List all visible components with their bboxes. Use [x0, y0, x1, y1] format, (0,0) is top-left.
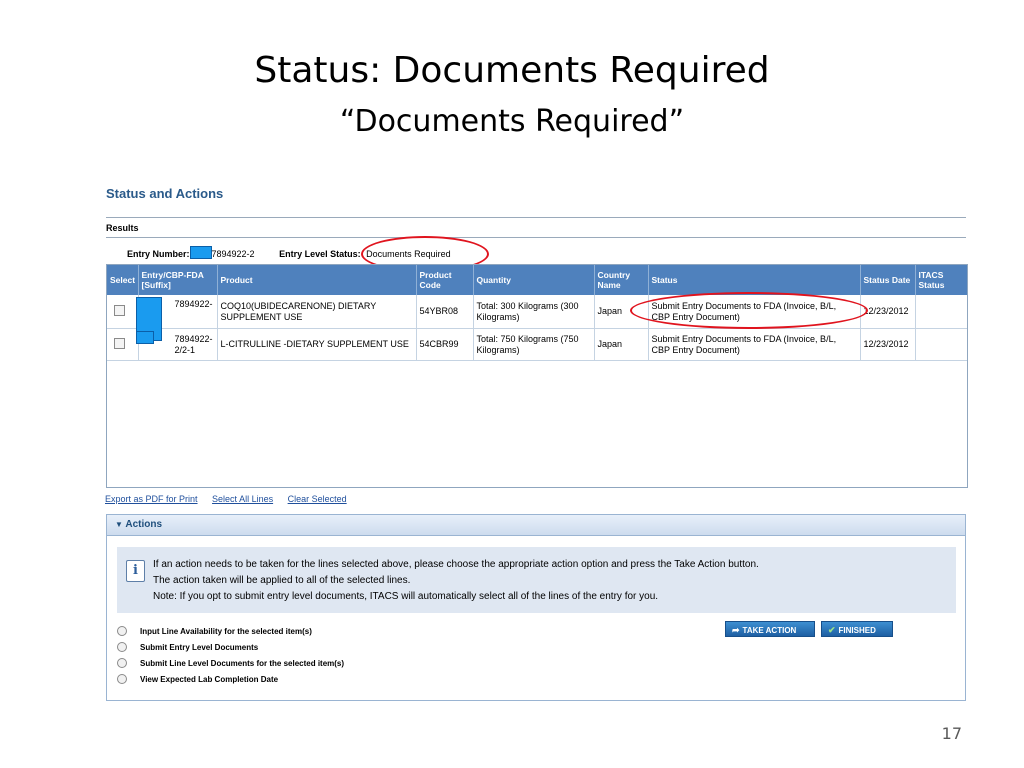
product-code-cell: 54CBR99 [416, 328, 474, 361]
action-options: Input Line Availability for the selected… [117, 623, 344, 687]
option-label: Input Line Availability for the selected… [140, 626, 312, 636]
checkmark-icon: ✔ [828, 625, 836, 635]
slide-subtitle: “Documents Required” [339, 104, 685, 139]
action-option[interactable]: Submit Entry Level Documents [117, 639, 344, 655]
clear-selected-link[interactable]: Clear Selected [288, 494, 347, 504]
product-cell: L-CITRULLINE -DIETARY SUPPLEMENT USE [217, 328, 417, 361]
collapse-triangle-icon: ▼ [115, 520, 123, 529]
product-code-cell: 54YBR08 [416, 295, 474, 329]
product-cell: COQ10(UBIDECARENONE) DIETARY SUPPLEMENT … [217, 295, 417, 329]
action-option[interactable]: Input Line Availability for the selected… [117, 623, 344, 639]
redaction-box [189, 246, 212, 259]
entry-level-status-label: Entry Level Status: [279, 249, 361, 259]
grid-links: Export as PDF for Print Select All Lines… [105, 494, 359, 504]
itacs-status-cell [915, 295, 967, 329]
column-header-itacs-status[interactable]: ITACS Status [915, 265, 967, 295]
radio-button[interactable] [117, 626, 127, 636]
export-pdf-link[interactable]: Export as PDF for Print [105, 494, 198, 504]
results-label: Results [106, 223, 139, 233]
divider [106, 217, 966, 218]
info-line: Note: If you opt to submit entry level d… [153, 591, 659, 602]
action-option[interactable]: View Expected Lab Completion Date [117, 671, 344, 687]
column-header-entry[interactable]: Entry/CBP-FDA [Suffix] [138, 265, 218, 295]
info-line: The action taken will be applied to all … [153, 575, 411, 586]
select-all-lines-link[interactable]: Select All Lines [212, 494, 273, 504]
action-option[interactable]: Submit Line Level Documents for the sele… [117, 655, 344, 671]
finished-label: FINISHED [838, 626, 876, 635]
actions-panel: ▼ Actions i If an action needs to be tak… [106, 514, 966, 701]
finished-button[interactable]: ✔ FINISHED [821, 621, 893, 637]
take-action-button[interactable]: ➦ TAKE ACTION [725, 621, 815, 637]
column-header-status[interactable]: Status [648, 265, 861, 295]
column-header-country[interactable]: Country Name [594, 265, 649, 295]
column-header-product[interactable]: Product [217, 265, 417, 295]
status-date-cell: 12/23/2012 [860, 295, 916, 329]
option-label: Submit Entry Level Documents [140, 642, 259, 652]
section-title: Status and Actions [106, 186, 224, 201]
select-cell [107, 295, 139, 329]
option-label: Submit Line Level Documents for the sele… [140, 658, 345, 668]
take-action-label: TAKE ACTION [742, 626, 797, 635]
divider [106, 237, 966, 238]
entry-number-label: Entry Number: [127, 249, 190, 259]
radio-button[interactable] [117, 674, 127, 684]
info-box: i If an action needs to be taken for the… [117, 547, 956, 613]
quantity-cell: Total: 300 Kilograms (300 Kilograms) [473, 295, 595, 329]
column-header-quantity[interactable]: Quantity [473, 265, 595, 295]
info-line: If an action needs to be taken for the l… [153, 559, 759, 570]
redaction-box [136, 331, 154, 344]
slide-title: Status: Documents Required [254, 50, 770, 91]
row-checkbox[interactable] [114, 304, 125, 316]
itacs-status-cell [915, 328, 967, 361]
column-header-status-date[interactable]: Status Date [860, 265, 916, 295]
page-number: 17 [941, 724, 962, 743]
status-cell: Submit Entry Documents to FDA (Invoice, … [648, 328, 861, 361]
country-cell: Japan [594, 328, 649, 361]
actions-header-label: Actions [125, 519, 163, 530]
select-cell [107, 328, 139, 361]
actions-header[interactable]: ▼ Actions [107, 515, 965, 536]
option-label: View Expected Lab Completion Date [140, 674, 279, 684]
info-text: If an action needs to be taken for the l… [153, 557, 759, 605]
quantity-cell: Total: 750 Kilograms (750 Kilograms) [473, 328, 595, 361]
column-header-select: Select [107, 265, 139, 295]
info-icon: i [126, 560, 145, 582]
column-header-product-code[interactable]: Product Code [416, 265, 474, 295]
radio-button[interactable] [117, 642, 127, 652]
table-header-row: Select Entry/CBP-FDA [Suffix] Product Pr… [107, 265, 967, 295]
radio-button[interactable] [117, 658, 127, 668]
status-date-cell: 12/23/2012 [860, 328, 916, 361]
table-row[interactable]: 7894922- 2/2-1 L-CITRULLINE -DIETARY SUP… [107, 328, 967, 361]
arrow-icon: ➦ [732, 625, 740, 635]
row-checkbox[interactable] [114, 337, 125, 349]
entry-number-value: 7894922-2 [211, 249, 255, 259]
annotation-ellipse-status [630, 292, 868, 329]
